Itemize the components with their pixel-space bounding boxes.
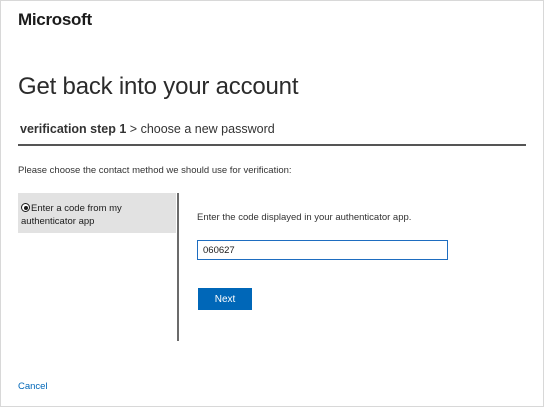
method-option-authenticator[interactable]: Enter a code from my authenticator app [18,193,176,233]
cancel-link[interactable]: Cancel [18,381,48,392]
code-prompt: Enter the code displayed in your authent… [197,212,412,223]
radio-selected-icon[interactable] [21,203,30,212]
page-frame: Microsoft Get back into your account ver… [0,0,544,407]
instructions-text: Please choose the contact method we shou… [18,165,292,176]
microsoft-logo: Microsoft [18,10,92,29]
current-step: verification step 1 [20,122,127,136]
steps-divider [18,144,526,146]
method-option-label: Enter a code from my authenticator app [21,203,122,227]
code-input[interactable] [197,240,448,260]
next-step: choose a new password [140,122,275,136]
vertical-divider [177,193,179,341]
breadcrumb: verification step 1 > choose a new passw… [20,122,275,136]
next-button[interactable]: Next [198,288,252,310]
page-title: Get back into your account [18,73,299,100]
method-option-row[interactable]: Enter a code from my authenticator app [21,202,171,228]
step-separator: > [129,122,138,136]
